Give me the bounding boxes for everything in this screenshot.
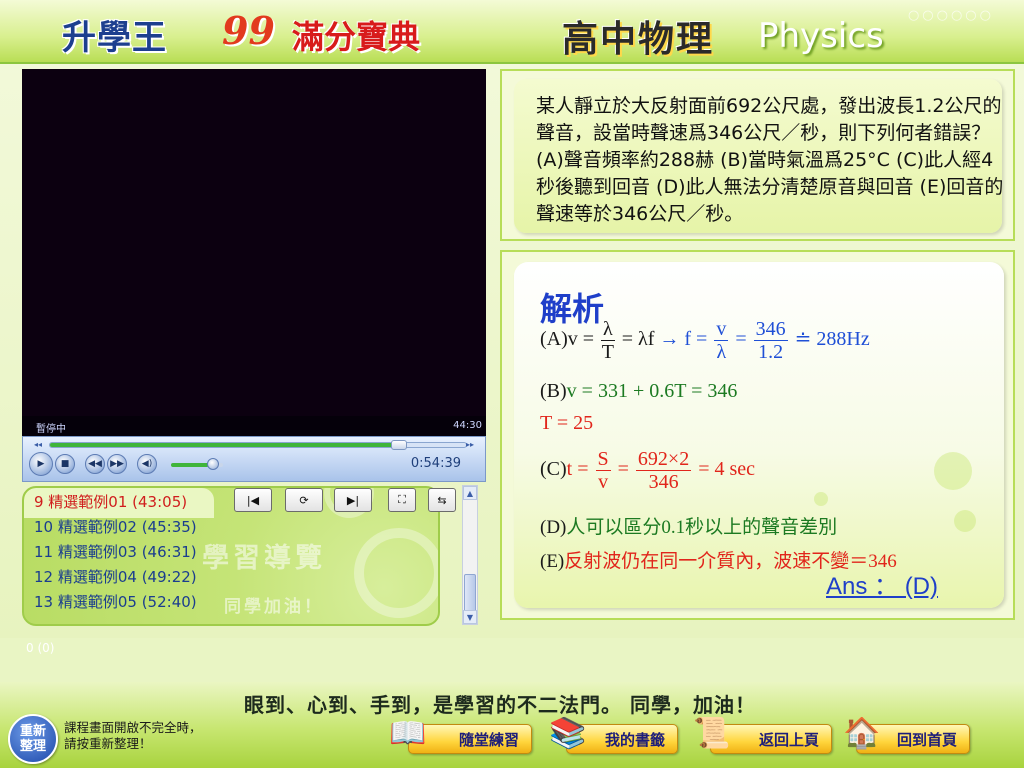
playlist-item[interactable]: 12 精選範例04 (49:22) bbox=[34, 565, 197, 590]
seek-progress bbox=[50, 443, 400, 447]
seek-forward-icon[interactable]: ▸▸ bbox=[461, 440, 479, 449]
scroll-up-icon[interactable]: ▲ bbox=[463, 486, 477, 500]
subject-english: Physics bbox=[758, 16, 884, 56]
playlist-decoration bbox=[354, 528, 438, 618]
play-button[interactable]: ▶ bbox=[29, 452, 53, 476]
seek-bar[interactable] bbox=[49, 440, 467, 450]
seek-thumb[interactable] bbox=[391, 440, 408, 450]
playlist-watermark-2: 同學加油！ bbox=[224, 597, 324, 617]
elapsed-time: 0:54:39 bbox=[410, 456, 461, 471]
video-status-bar: 暫停中 44:30 bbox=[22, 416, 486, 436]
replay-icon[interactable]: ⟳ bbox=[285, 488, 323, 512]
playlist-item[interactable]: 11 精選範例03 (46:31) bbox=[34, 540, 197, 565]
swap-icon[interactable]: ⇆ bbox=[428, 488, 456, 512]
status-text: 0 (0) bbox=[26, 641, 55, 655]
footer: 眼到、心到、手到，是學習的不二法門。 同學，加油！ 重新 整理 課程畫面開啟不完全… bbox=[0, 682, 1024, 768]
main-area: 暫停中 44:30 ◂◂ ▸▸ ▶ ■ ◀◀ ▶▶ ◀) 0:54:39 學習導… bbox=[0, 64, 1024, 638]
refresh-button[interactable]: 重新 整理 bbox=[8, 714, 58, 764]
playlist-watermark: 學習導覽 bbox=[202, 543, 326, 574]
first-chapter-button[interactable]: |◀ bbox=[234, 488, 272, 512]
books-icon: 📚 bbox=[549, 716, 587, 751]
brand-subtitle: 滿分寶典 bbox=[292, 18, 421, 56]
scroll-thumb[interactable] bbox=[464, 574, 476, 612]
clip-duration: 44:30 bbox=[453, 420, 482, 431]
playlist-item[interactable]: 13 精選範例05 (52:40) bbox=[34, 590, 197, 615]
brand-logo: 升學王 bbox=[62, 18, 167, 58]
equation-a: (A)v = λT = λf → f = vλ = 346 1.2 ≐ 288Hz bbox=[540, 318, 870, 363]
question-card: 某人靜立於大反射面前692公尺處，發出波長1.2公尺的聲音，設當時聲速爲346公… bbox=[514, 79, 1003, 233]
fullscreen-icon[interactable]: ⛶ bbox=[388, 488, 416, 512]
certificate-icon: 📜 bbox=[693, 716, 731, 751]
decor-bubble bbox=[954, 510, 976, 532]
refresh-note: 課程畫面開啟不完全時， 請按重新整理！ bbox=[64, 720, 202, 751]
next-button[interactable]: ▶▶ bbox=[107, 454, 127, 474]
equation-c: (C)t = Sv = 692×2 346 = 4 sec bbox=[540, 448, 756, 493]
question-text: 某人靜立於大反射面前692公尺處，發出波長1.2公尺的聲音，設當時聲速爲346公… bbox=[536, 95, 1004, 225]
house-icon: 🏠 bbox=[843, 716, 881, 751]
video-screen[interactable] bbox=[22, 69, 486, 437]
scroll-down-icon[interactable]: ▼ bbox=[463, 610, 477, 624]
solution-panel: 解析 (A)v = λT = λf → f = vλ = 346 1.2 ≐ 28… bbox=[500, 250, 1015, 620]
header-decoration: ○○○○○○ bbox=[907, 8, 994, 23]
stop-button[interactable]: ■ bbox=[55, 454, 75, 474]
playlist-items: 9 精選範例01 (43:05) 10 精選範例02 (45:35) 11 精選… bbox=[34, 490, 197, 615]
solution-card: 解析 (A)v = λT = λf → f = vλ = 346 1.2 ≐ 28… bbox=[514, 262, 1004, 608]
media-controls: ◂◂ ▸▸ ▶ ■ ◀◀ ▶▶ ◀) 0:54:39 bbox=[22, 436, 486, 482]
question-panel: 某人靜立於大反射面前692公尺處，發出波長1.2公尺的聲音，設當時聲速爲346公… bbox=[500, 69, 1015, 241]
equation-b-result: T = 25 bbox=[540, 412, 594, 434]
brand-99: 99 bbox=[222, 8, 275, 53]
decor-bubble bbox=[934, 452, 972, 490]
previous-button[interactable]: ◀◀ bbox=[85, 454, 105, 474]
equation-b: (B)v = 331 + 0.6T = 346 bbox=[540, 380, 738, 402]
volume-thumb[interactable] bbox=[207, 458, 219, 470]
playlist-item[interactable]: 9 精選範例01 (43:05) bbox=[34, 490, 197, 515]
decor-bubble bbox=[814, 492, 828, 506]
playlist-scrollbar[interactable]: ▲ ▼ bbox=[462, 485, 478, 625]
header: 升學王 99 滿分寶典 高中物理 Physics ○○○○○○ bbox=[0, 0, 1024, 64]
chapter-playlist: 學習導覽 同學加油！ 9 精選範例01 (43:05) 10 精選範例02 (4… bbox=[22, 486, 440, 626]
next-chapter-button[interactable]: ▶| bbox=[334, 488, 372, 512]
book-icon: 📖 bbox=[389, 716, 427, 751]
playlist-item[interactable]: 10 精選範例02 (45:35) bbox=[34, 515, 197, 540]
status-bar: 0 (0) bbox=[0, 638, 1024, 682]
subject-title: 高中物理 bbox=[562, 19, 715, 60]
seek-back-icon[interactable]: ◂◂ bbox=[29, 440, 47, 449]
mute-button[interactable]: ◀) bbox=[137, 454, 157, 474]
equation-d: (D)人可以區分0.1秒以上的聲音差別 bbox=[540, 517, 838, 538]
final-answer: Ans ： (D) bbox=[826, 573, 939, 600]
slogan: 眼到、心到、手到，是學習的不二法門。 同學，加油！ bbox=[244, 693, 756, 717]
playback-state: 暫停中 bbox=[36, 424, 66, 435]
